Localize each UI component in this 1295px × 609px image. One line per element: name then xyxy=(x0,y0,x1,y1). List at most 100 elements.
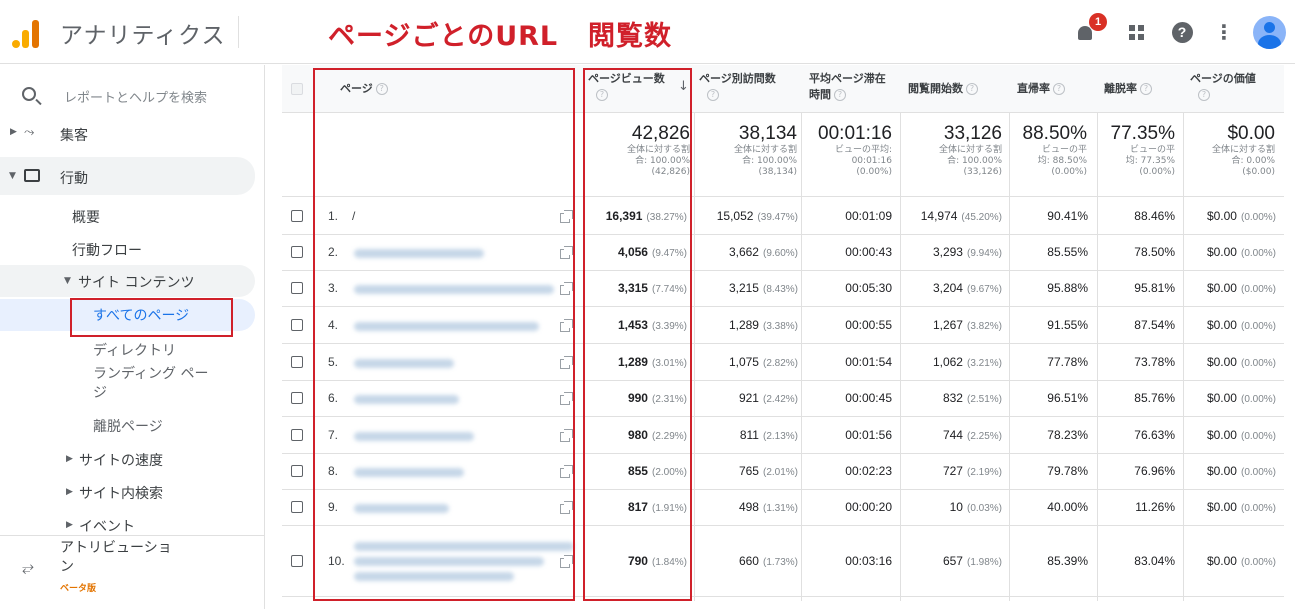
sidebar-item-label: 離脱ページ xyxy=(93,419,163,435)
cell-unique-pageviews: 660 (1.73%) xyxy=(738,554,798,568)
behavior-icon xyxy=(24,169,40,182)
sidebar-item-behavior-flow[interactable]: 行動フロー xyxy=(0,238,264,262)
sidebar-item-overview[interactable]: 概要 xyxy=(0,205,264,229)
sidebar-item-directory[interactable]: ディレクトリ xyxy=(0,338,264,360)
cell-unique-pageviews: 498 (1.31%) xyxy=(738,500,798,514)
sidebar-item-site-search[interactable]: ▶ サイト内検索 xyxy=(0,482,264,504)
chevron-down-icon: ▼ xyxy=(64,276,71,286)
sidebar-item-label-cont: ン xyxy=(60,559,74,575)
annotation-page-url: ページごとのURL xyxy=(328,21,559,52)
acquisition-icon: ⤳ xyxy=(24,125,35,140)
cell-entrances: 3,293 (9.94%) xyxy=(932,245,1002,259)
cell-page-value: $0.00 (0.00%) xyxy=(1206,428,1276,442)
cell-avg-time: 00:00:20 xyxy=(845,500,892,514)
app-title[interactable]: アナリティクス xyxy=(60,16,225,50)
column-header-unique-pageviews[interactable]: ページ別訪問数? xyxy=(699,71,776,103)
cell-exit-rate: 87.54% xyxy=(1134,318,1175,332)
help-tooltip-icon[interactable]: ? xyxy=(1053,83,1065,95)
cell-avg-time: 00:03:16 xyxy=(845,554,892,568)
cell-avg-time: 00:00:45 xyxy=(845,391,892,405)
cell-avg-time: 00:00:55 xyxy=(845,318,892,332)
row-checkbox[interactable] xyxy=(291,392,303,404)
row-checkbox[interactable] xyxy=(291,356,303,368)
cell-entrances: 10 (0.03%) xyxy=(949,500,1002,514)
analytics-logo-icon[interactable] xyxy=(12,18,42,48)
cell-bounce-rate: 91.55% xyxy=(1047,318,1088,332)
chevron-right-icon: ▶ xyxy=(10,127,17,137)
sidebar-item-exit-pages[interactable]: 離脱ページ xyxy=(0,415,264,437)
cell-unique-pageviews: 3,662 (9.60%) xyxy=(728,245,798,259)
help-tooltip-icon[interactable]: ? xyxy=(1140,83,1152,95)
column-header-page-value[interactable]: ページの価値? xyxy=(1190,71,1256,103)
cell-page-value: $0.00 (0.00%) xyxy=(1206,209,1276,223)
cell-page-value: $0.00 (0.00%) xyxy=(1206,245,1276,259)
row-checkbox[interactable] xyxy=(291,246,303,258)
chevron-right-icon: ▶ xyxy=(66,454,73,464)
row-checkbox[interactable] xyxy=(291,465,303,477)
cell-entrances: 3,204 (9.67%) xyxy=(932,281,1002,295)
cell-entrances: 832 (2.51%) xyxy=(942,391,1002,405)
column-header-avg-time[interactable]: 平均ページ滞在 時間? xyxy=(809,71,886,103)
sidebar-item-site-content[interactable]: ▼ サイト コンテンツ xyxy=(0,265,255,297)
sidebar-item-label: 行動フロー xyxy=(72,243,142,259)
help-icon[interactable]: ? xyxy=(1170,20,1194,44)
cell-avg-time: 00:05:30 xyxy=(845,281,892,295)
sidebar-item-label: 概要 xyxy=(72,210,100,226)
cell-exit-rate: 88.46% xyxy=(1134,209,1175,223)
column-header-bounce-rate[interactable]: 直帰率? xyxy=(1017,81,1065,97)
sidebar-nav: レポートとヘルプを検索 ▶ ⤳ 集客 ▼ 行動 概要 行動フロー ▼ サイト コ… xyxy=(0,65,265,609)
attribution-icon: ⥂ xyxy=(22,558,35,576)
account-avatar[interactable] xyxy=(1253,16,1286,49)
cell-exit-rate: 76.63% xyxy=(1134,428,1175,442)
cell-unique-pageviews: 765 (2.01%) xyxy=(738,464,798,478)
cell-unique-pageviews: 3,215 (8.43%) xyxy=(728,281,798,295)
cell-exit-rate: 83.04% xyxy=(1134,554,1175,568)
help-tooltip-icon[interactable]: ? xyxy=(834,89,846,101)
cell-bounce-rate: 85.55% xyxy=(1047,245,1088,259)
select-all-checkbox[interactable] xyxy=(291,83,303,95)
sidebar-search[interactable]: レポートとヘルプを検索 xyxy=(0,65,264,125)
sidebar-item-label: ランディング ペー xyxy=(93,366,209,382)
search-icon xyxy=(22,87,36,101)
cell-bounce-rate: 40.00% xyxy=(1047,500,1088,514)
top-app-bar: アナリティクス ページごとのURL 閲覧数 1 ? ⋮ xyxy=(0,0,1295,64)
sidebar-item-acquisition[interactable]: ▶ ⤳ 集客 xyxy=(0,123,264,147)
column-header-exit-rate[interactable]: 離脱率? xyxy=(1104,81,1152,97)
row-checkbox[interactable] xyxy=(291,501,303,513)
row-checkbox[interactable] xyxy=(291,282,303,294)
beta-badge: ベータ版 xyxy=(60,584,97,594)
title-divider xyxy=(238,16,239,48)
summary-page-value: $0.00 全体に対する割 合: 0.00% ($0.00) xyxy=(1211,123,1275,177)
help-tooltip-icon[interactable]: ? xyxy=(1198,89,1210,101)
help-tooltip-icon[interactable]: ? xyxy=(966,83,978,95)
summary-entrances: 33,126 全体に対する割 合: 100.00% (33,126) xyxy=(938,123,1002,177)
cell-exit-rate: 73.78% xyxy=(1134,355,1175,369)
row-checkbox[interactable] xyxy=(291,319,303,331)
row-checkbox[interactable] xyxy=(291,429,303,441)
highlight-box-pageviews-column xyxy=(583,68,692,601)
row-checkbox[interactable] xyxy=(291,555,303,567)
sidebar-divider xyxy=(0,535,264,536)
sidebar-item-attribution[interactable]: ⥂ アトリビューショ ン xyxy=(0,539,264,585)
sidebar-item-behavior[interactable]: ▼ 行動 xyxy=(0,157,255,195)
more-vert-icon[interactable]: ⋮ xyxy=(1212,20,1236,44)
sidebar-item-site-speed[interactable]: ▶ サイトの速度 xyxy=(0,449,264,471)
cell-page-value: $0.00 (0.00%) xyxy=(1206,554,1276,568)
cell-page-value: $0.00 (0.00%) xyxy=(1206,318,1276,332)
sidebar-item-landing-pages[interactable]: ランディング ペー ジ xyxy=(0,365,264,407)
column-header-entrances[interactable]: 閲覧開始数? xyxy=(908,81,978,97)
annotation-pageviews: 閲覧数 xyxy=(588,21,672,52)
sidebar-item-label: 行動 xyxy=(60,171,88,187)
help-tooltip-icon[interactable]: ? xyxy=(707,89,719,101)
notification-count-badge: 1 xyxy=(1089,13,1107,31)
cell-page-value: $0.00 (0.00%) xyxy=(1206,391,1276,405)
cell-avg-time: 00:00:43 xyxy=(845,245,892,259)
apps-grid-icon[interactable] xyxy=(1124,20,1148,44)
cell-page-value: $0.00 (0.00%) xyxy=(1206,500,1276,514)
sidebar-item-events[interactable]: ▶ イベント xyxy=(0,515,264,537)
cell-bounce-rate: 90.41% xyxy=(1047,209,1088,223)
row-checkbox[interactable] xyxy=(291,210,303,222)
cell-entrances: 727 (2.19%) xyxy=(942,464,1002,478)
cell-entrances: 1,267 (3.82%) xyxy=(932,318,1002,332)
summary-exit-rate: 77.35% ビューの平 均: 77.35% (0.00%) xyxy=(1110,123,1175,177)
